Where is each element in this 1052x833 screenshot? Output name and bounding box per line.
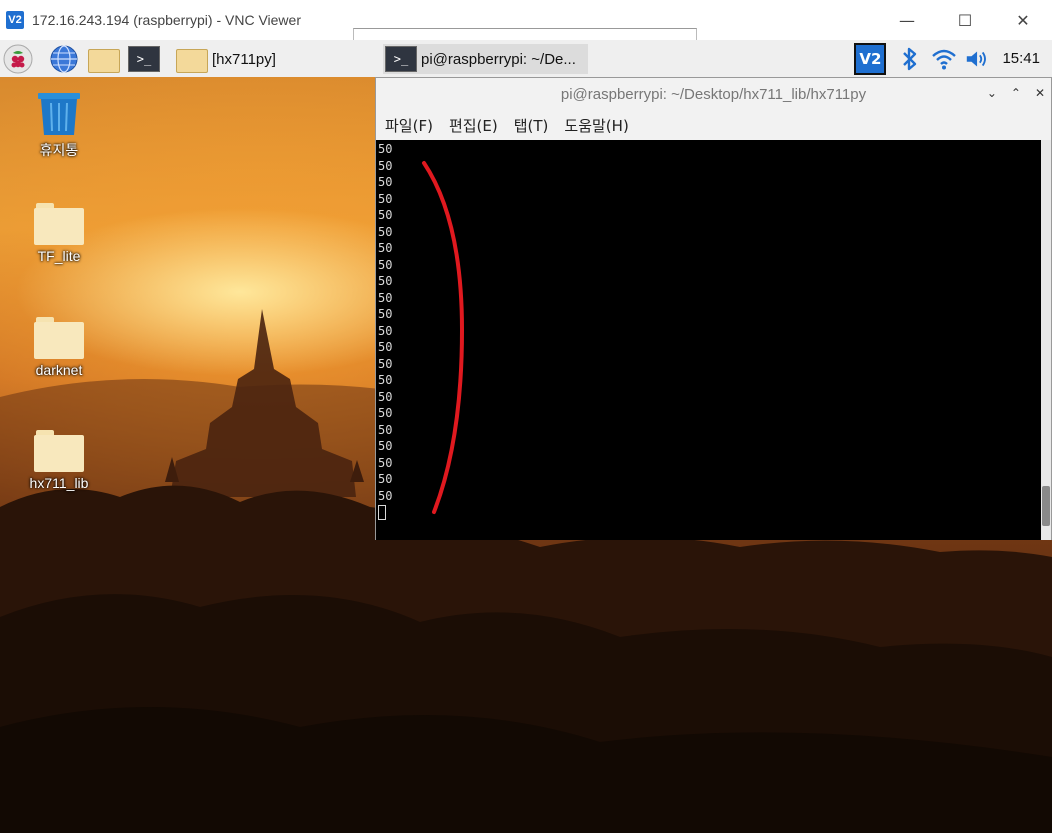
file-manager-icon[interactable] [88, 44, 120, 74]
terminal-line: 50 [378, 373, 393, 387]
bluetooth-icon[interactable] [896, 45, 924, 73]
chevron-up-icon[interactable]: ⌃ [1011, 86, 1021, 100]
terminal-line: 50 [378, 241, 393, 255]
terminal-line: 50 [378, 274, 393, 288]
terminal-line: 50 [378, 389, 393, 404]
clock[interactable]: 15:41 [1002, 50, 1040, 67]
raspberry-menu-icon[interactable] [3, 44, 33, 74]
vnc-window-controls: — ☐ ✕ [878, 0, 1052, 40]
terminal-line: 50 [378, 472, 393, 486]
terminal-line: 50 [378, 323, 393, 338]
terminal-line: 50 [378, 422, 393, 437]
terminal-line: 50 [378, 290, 393, 305]
menu-help[interactable]: 도움말(H) [564, 115, 628, 136]
desktop-icon-label: TF_lite [37, 248, 81, 264]
close-button[interactable]: ✕ [994, 0, 1052, 40]
minimize-button[interactable]: — [878, 0, 936, 40]
terminal-menubar: 파일(F) 편집(E) 탭(T) 도움말(H) [376, 110, 1051, 140]
desktop-icon-label: darknet [35, 362, 83, 378]
terminal-scrollbar[interactable] [1041, 140, 1051, 540]
wifi-icon[interactable] [930, 45, 958, 73]
desktop-icon-hx711-lib[interactable]: hx711_lib [4, 430, 114, 491]
maximize-button[interactable]: ☐ [936, 0, 994, 40]
desktop-icon-darknet[interactable]: darknet [4, 317, 114, 378]
chevron-down-icon[interactable]: ⌄ [987, 86, 997, 100]
vnc-window-title: 172.16.243.194 (raspberrypi) - VNC Viewe… [32, 12, 301, 28]
terminal-output[interactable]: 50 50 50 50 50 50 50 50 50 50 50 50 50 50 50 50 50 50 50 50… [376, 140, 1041, 540]
terminal-line: 50 [378, 356, 393, 371]
terminal-line: 50 [378, 439, 393, 453]
taskbar-item-label: [hx711py] [212, 50, 276, 68]
volume-icon[interactable] [964, 45, 992, 73]
folder-icon [176, 47, 208, 73]
terminal-line: 50 [378, 158, 393, 173]
terminal-line: 50 [378, 340, 393, 354]
web-browser-icon[interactable] [49, 44, 79, 74]
vnc-server-tray-icon[interactable]: V2 [854, 42, 887, 75]
terminal-titlebar[interactable]: pi@raspberrypi: ~/Desktop/hx711_lib/hx71… [376, 78, 1051, 110]
scrollbar-thumb[interactable] [1042, 486, 1050, 526]
terminal-title: pi@raspberrypi: ~/Desktop/hx711_lib/hx71… [560, 85, 867, 103]
terminal-window[interactable]: pi@raspberrypi: ~/Desktop/hx711_lib/hx71… [375, 77, 1052, 540]
terminal-line: 50 [378, 142, 393, 156]
terminal-line: 50 [378, 488, 393, 503]
close-icon[interactable]: ✕ [1035, 86, 1045, 100]
folder-icon [34, 430, 84, 472]
menu-tabs[interactable]: 탭(T) [514, 115, 549, 136]
terminal-window-controls: ⌄ ⌃ ✕ [987, 86, 1045, 100]
system-tray: V2 15:41 [854, 40, 1052, 77]
taskbar-item-label: pi@raspberrypi: ~/De... [421, 50, 576, 68]
folder-icon [34, 317, 84, 359]
trash-icon [37, 91, 81, 137]
terminal-line: 50 [378, 224, 393, 239]
desktop-icon-trash[interactable]: 휴지통 [4, 91, 114, 160]
terminal-lines: 50 50 50 50 50 50 50 50 50 50 50 50 50 50 50 50 50 50 50 50… [376, 140, 1041, 504]
terminal-line: 50 [378, 406, 393, 420]
vnc-logo-icon: V2 [6, 11, 24, 29]
desktop-icon-label: 휴지통 [39, 142, 79, 158]
terminal-line: 50 [378, 257, 393, 272]
terminal-line: 50 [378, 175, 393, 189]
terminal-icon: >_ [385, 46, 417, 72]
taskbar-item-hx711py[interactable]: [hx711py] [174, 44, 374, 74]
terminal-line: 50 [378, 208, 393, 222]
desktop-icon-label: hx711_lib [29, 475, 89, 491]
terminal-line: 50 [378, 455, 393, 470]
folder-icon [34, 203, 84, 245]
desktop-icon-tf-lite[interactable]: TF_lite [4, 203, 114, 264]
terminal-launcher-icon[interactable]: >_ [128, 44, 160, 74]
menu-file[interactable]: 파일(F) [385, 115, 433, 136]
taskbar-item-terminal[interactable]: >_ pi@raspberrypi: ~/De... [383, 44, 588, 74]
menu-edit[interactable]: 편집(E) [449, 115, 498, 136]
terminal-cursor [378, 505, 386, 520]
terminal-line: 50 [378, 191, 393, 206]
terminal-line: 50 [378, 307, 393, 321]
